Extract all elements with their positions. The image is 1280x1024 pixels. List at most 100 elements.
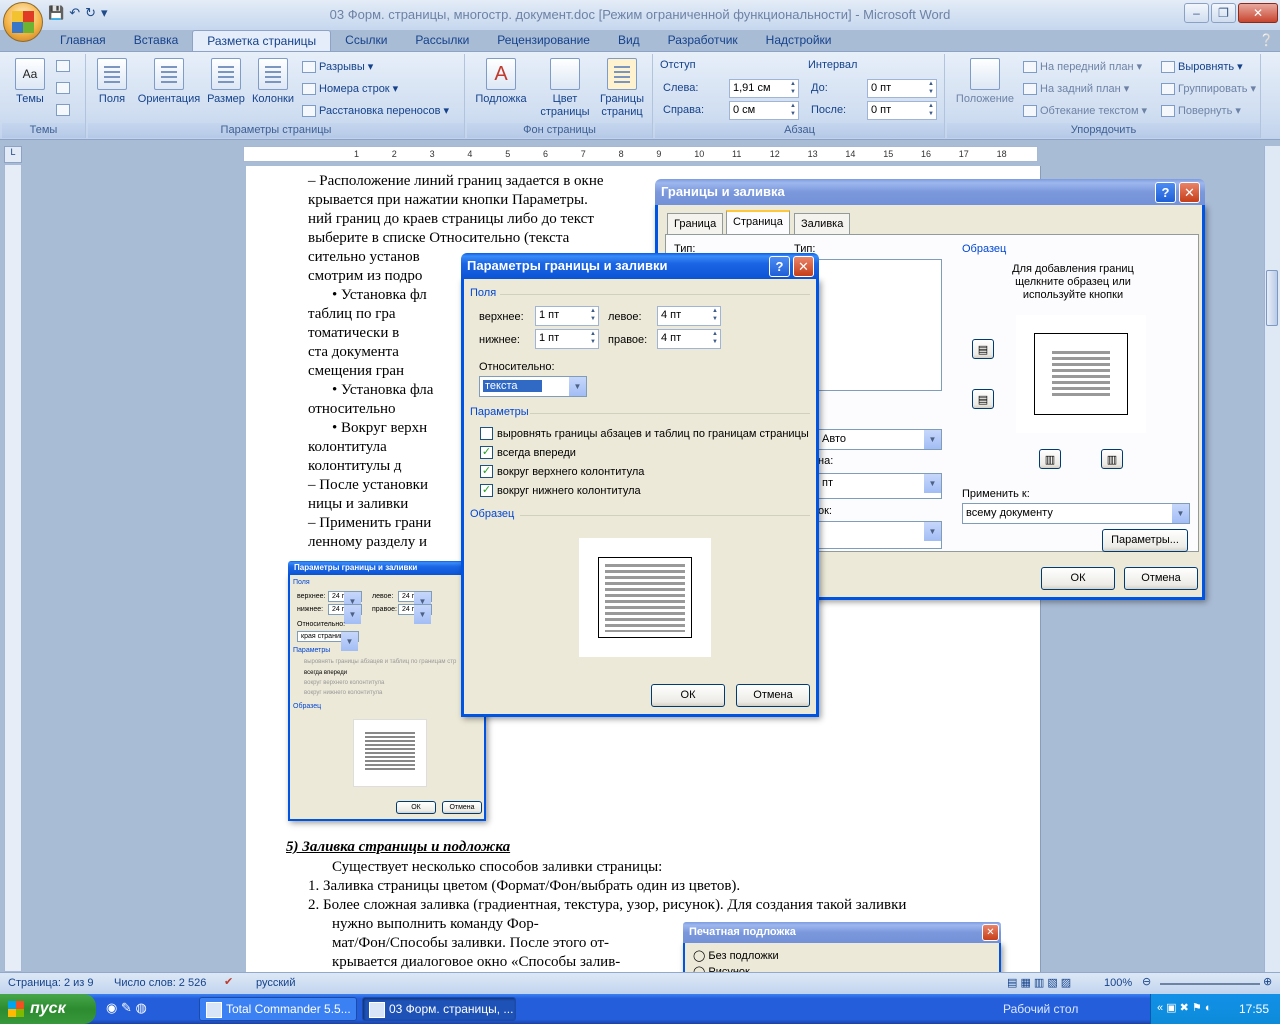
spacing-after-input[interactable]: 0 пт <box>867 101 937 120</box>
tab-view[interactable]: Вид <box>604 30 654 52</box>
hyphenation-button[interactable]: Расстановка переносов ▾ <box>302 104 449 117</box>
restore-button[interactable]: ❐ <box>1211 3 1236 23</box>
line-numbers-button[interactable]: Номера строк ▾ <box>302 82 398 95</box>
watermark-button[interactable]: A Подложка <box>471 58 531 106</box>
send-back-button[interactable]: На задний план ▾ <box>1023 82 1129 95</box>
save-icon[interactable]: 💾 <box>48 5 64 21</box>
horizontal-ruler[interactable]: 1 2 3 4 5 6 7 8 9 10 11 12 13 14 15 16 17 18 <box>243 146 1038 162</box>
page-borders-button[interactable]: Границы страниц <box>595 58 649 119</box>
tab-home[interactable]: Главная <box>46 30 120 52</box>
right-margin-input[interactable]: 4 пт <box>657 329 721 349</box>
bottom-border-button[interactable]: ▤ <box>972 389 994 409</box>
scrollbar-thumb[interactable] <box>1266 270 1278 326</box>
tab-selector[interactable]: L <box>4 146 22 163</box>
dialog-help-icon[interactable]: ? <box>1155 182 1176 203</box>
breaks-button[interactable]: Разрывы ▾ <box>302 60 373 73</box>
minimize-button[interactable]: – <box>1184 3 1209 23</box>
left-border-button[interactable]: ▥ <box>1039 449 1061 469</box>
zoom-slider[interactable] <box>1160 983 1260 985</box>
bring-front-button[interactable]: На передний план ▾ <box>1023 60 1142 73</box>
close-button[interactable]: ✕ <box>1238 3 1278 23</box>
zoom-out-icon[interactable]: ⊖ <box>1142 975 1151 988</box>
align-button[interactable]: Выровнять ▾ <box>1161 60 1243 73</box>
view-buttons[interactable]: ▤ ▦ ▥ ▧ ▨ <box>1007 976 1071 989</box>
margins-button[interactable]: Поля <box>92 58 132 106</box>
taskbar-item-total-commander[interactable]: Total Commander 5.5... <box>199 997 357 1021</box>
surround-header-checkbox[interactable]: ✓ <box>480 465 493 478</box>
columns-button[interactable]: Колонки <box>248 58 298 106</box>
qat-customize-icon[interactable]: ▾ <box>101 5 108 21</box>
art-select[interactable] <box>818 521 942 549</box>
embedded-left-input: 24 пт <box>398 591 432 611</box>
page-preview[interactable] <box>1016 315 1146 433</box>
always-front-checkbox[interactable]: ✓ <box>480 446 493 459</box>
apply-to-select[interactable]: всему документу <box>962 503 1190 524</box>
dialog-close-icon[interactable]: ✕ <box>1179 182 1200 203</box>
left-margin-input[interactable]: 4 пт <box>657 306 721 326</box>
indent-right-input[interactable]: 0 см <box>729 101 799 120</box>
align-borders-checkbox[interactable] <box>480 427 493 440</box>
group-paragraph: Отступ Слева: 1,91 см Справа: 0 см Интер… <box>655 54 945 138</box>
tray-icons[interactable]: « ▣ ✖ ⚑ ◐ <box>1157 1001 1211 1014</box>
tab-review[interactable]: Рецензирование <box>483 30 604 52</box>
document-line: колонтитулы д <box>308 458 402 474</box>
taskbar-item-word[interactable]: 03 Форм. страницы, ... <box>362 997 516 1021</box>
word-count[interactable]: Число слов: 2 526 <box>114 977 206 989</box>
top-margin-label: верхнее: <box>479 311 524 323</box>
tab-page-border[interactable]: Страница <box>726 210 790 234</box>
office-button[interactable] <box>3 2 43 42</box>
theme-colors-button[interactable] <box>56 60 70 72</box>
options-ok-button[interactable]: ОК <box>651 684 725 707</box>
tab-shading[interactable]: Заливка <box>794 213 851 234</box>
zoom-level[interactable]: 100% <box>1104 977 1132 989</box>
tab-border[interactable]: Граница <box>667 213 724 234</box>
group-objects-button[interactable]: Группировать ▾ <box>1161 82 1256 95</box>
watermark-icon: A <box>486 58 516 90</box>
undo-icon[interactable]: ↶ <box>69 5 80 21</box>
indent-label: Отступ <box>660 59 696 71</box>
position-button[interactable]: Положение <box>949 58 1021 106</box>
page-count[interactable]: Страница: 2 из 9 <box>8 977 94 989</box>
text-wrap-button[interactable]: Обтекание текстом ▾ <box>1023 104 1147 117</box>
theme-fonts-button[interactable] <box>56 82 70 94</box>
tab-addins[interactable]: Надстройки <box>752 30 846 52</box>
zoom-in-icon[interactable]: ⊕ <box>1263 975 1272 988</box>
options-close-icon[interactable]: ✕ <box>793 256 814 277</box>
size-button[interactable]: Размер <box>205 58 247 106</box>
start-button[interactable]: пуск <box>0 994 96 1024</box>
right-border-button[interactable]: ▥ <box>1101 449 1123 469</box>
ruler-mark: 14 <box>845 149 856 159</box>
desktop-toolbar[interactable]: Рабочий стол <box>1003 1002 1078 1016</box>
bottom-margin-input[interactable]: 1 пт <box>535 329 599 349</box>
options-cancel-button[interactable]: Отмена <box>736 684 810 707</box>
rotate-button[interactable]: Повернуть ▾ <box>1161 104 1241 117</box>
spacing-before-input[interactable]: 0 пт <box>867 79 937 98</box>
line-style-list[interactable] <box>818 259 942 391</box>
options-button[interactable]: Параметры... <box>1102 529 1188 552</box>
width-select[interactable]: пт <box>818 473 942 499</box>
spellcheck-icon[interactable]: ✔ <box>224 975 233 988</box>
orientation-button[interactable]: Ориентация <box>134 58 204 106</box>
quick-launch-icons[interactable]: ◉ ✎ ◍ <box>106 1000 147 1016</box>
options-help-icon[interactable]: ? <box>769 256 790 277</box>
language[interactable]: русский <box>256 977 295 989</box>
tab-page-layout[interactable]: Разметка страницы <box>192 30 332 52</box>
tab-developer[interactable]: Разработчик <box>654 30 752 52</box>
document-line: относительно <box>308 401 396 417</box>
ok-button[interactable]: ОК <box>1041 567 1115 590</box>
tab-insert[interactable]: Вставка <box>120 30 193 52</box>
top-margin-input[interactable]: 1 пт <box>535 306 599 326</box>
color-select[interactable]: Авто <box>818 429 942 450</box>
help-icon[interactable]: ❔ <box>1259 33 1274 47</box>
indent-left-input[interactable]: 1,91 см <box>729 79 799 98</box>
theme-effects-button[interactable] <box>56 104 70 116</box>
tab-mailings[interactable]: Рассылки <box>401 30 483 52</box>
cancel-button[interactable]: Отмена <box>1124 567 1198 590</box>
themes-button[interactable]: Aa Темы <box>8 58 52 106</box>
top-border-button[interactable]: ▤ <box>972 339 994 359</box>
page-color-button[interactable]: Цвет страницы <box>537 58 593 119</box>
surround-footer-checkbox[interactable]: ✓ <box>480 484 493 497</box>
tab-references[interactable]: Ссылки <box>331 30 401 52</box>
relative-select[interactable]: текста <box>479 376 587 397</box>
redo-icon[interactable]: ↻ <box>85 5 96 21</box>
